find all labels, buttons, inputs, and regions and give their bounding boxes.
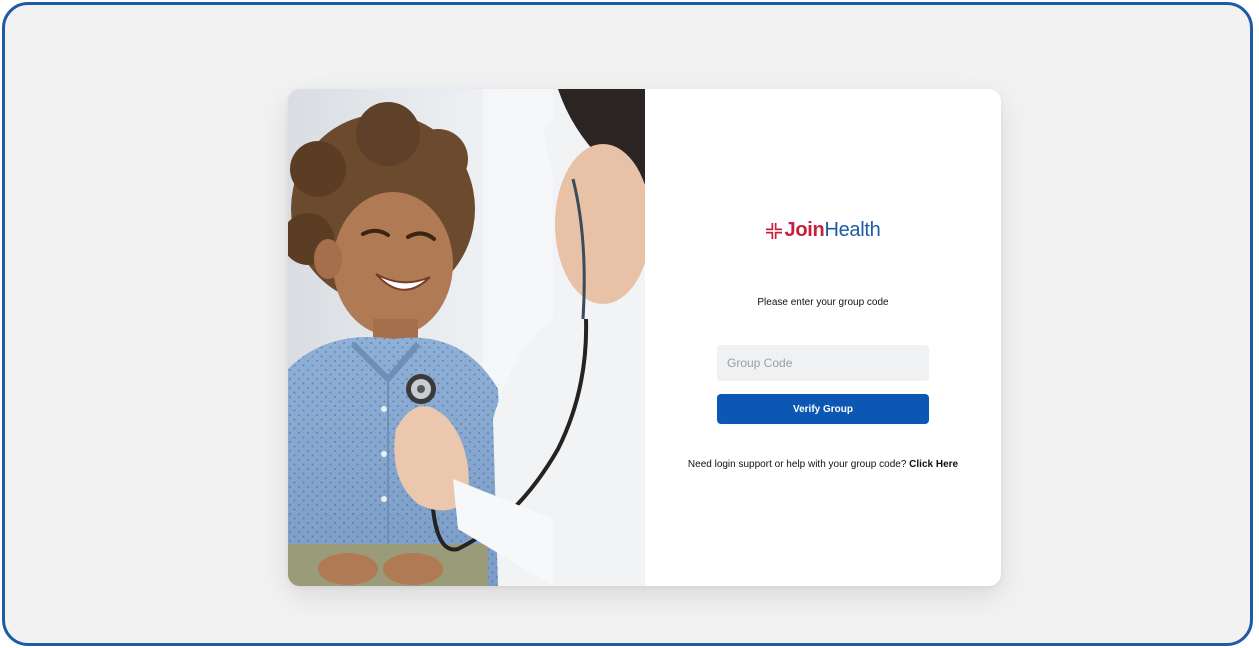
help-message: Need login support or help with your gro…	[687, 459, 907, 470]
verify-group-button[interactable]: Verify Group	[717, 394, 929, 424]
doctor-child-stethoscope-photo	[288, 89, 645, 586]
hero-photo	[288, 89, 645, 586]
brand-name-join: Join	[784, 219, 825, 241]
brand-name-health: Health	[824, 219, 881, 241]
group-code-input[interactable]	[717, 345, 929, 381]
help-text: Need login support or help with your gro…	[645, 459, 1001, 470]
help-link[interactable]: Click Here	[909, 459, 958, 470]
window-frame: JoinHealth Please enter your group code …	[2, 2, 1253, 646]
login-card: JoinHealth Please enter your group code …	[288, 89, 1001, 586]
brand-logo: JoinHealth	[645, 219, 1001, 245]
login-panel: JoinHealth Please enter your group code …	[645, 89, 1001, 586]
group-code-prompt: Please enter your group code	[757, 297, 889, 308]
medical-cross-icon	[765, 222, 782, 245]
